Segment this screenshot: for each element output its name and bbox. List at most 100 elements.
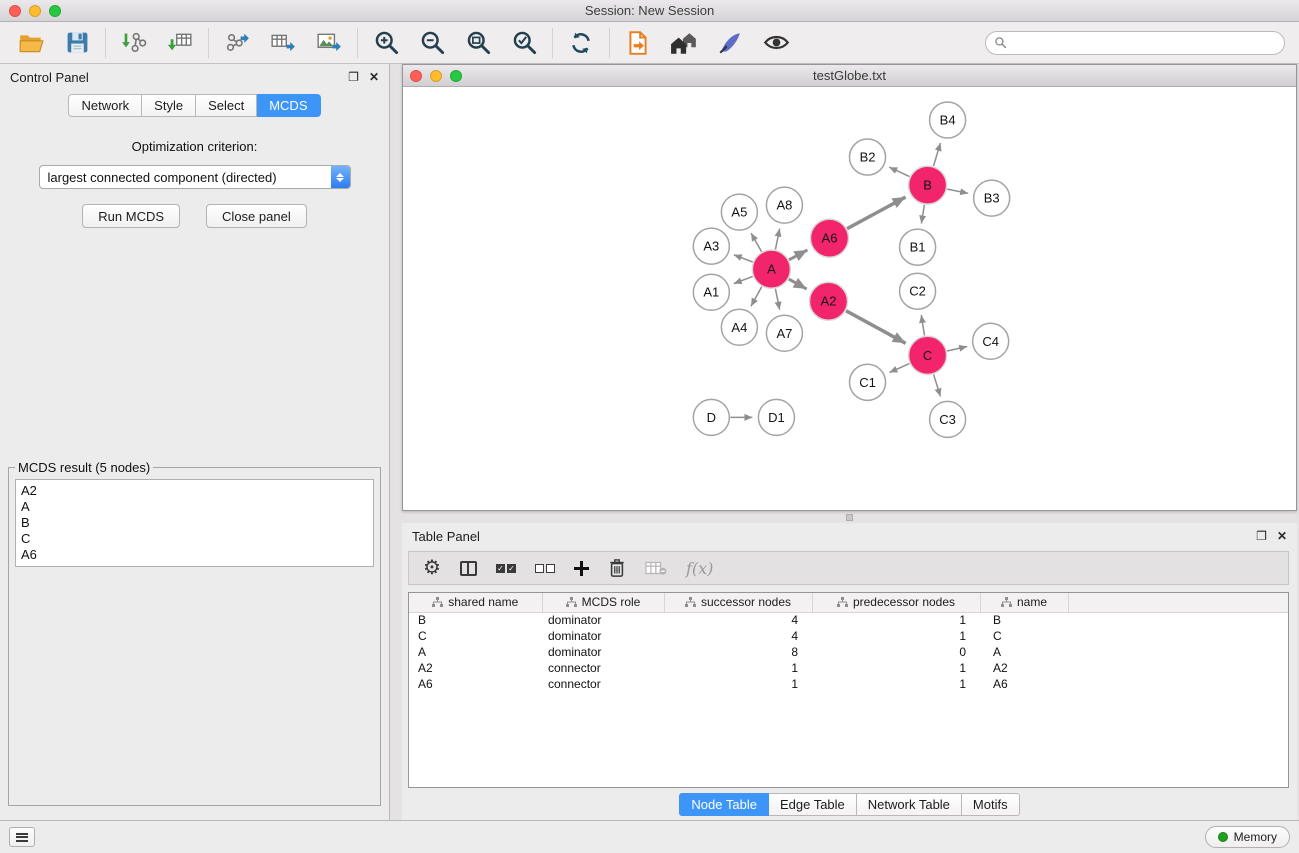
table-cell[interactable]: dominator (542, 644, 664, 660)
graph-edge-A2-C[interactable] (846, 311, 906, 343)
tab-select[interactable]: Select (196, 94, 257, 117)
graph-edge-B-B2[interactable] (889, 167, 909, 176)
search-input[interactable] (1012, 36, 1276, 50)
table-row[interactable]: Bdominator41B (409, 612, 1288, 628)
delete-column-button[interactable] (608, 556, 626, 580)
graph-edge-B-B1[interactable] (921, 205, 924, 224)
table-cell[interactable]: 1 (812, 660, 980, 676)
run-mcds-button[interactable]: Run MCDS (82, 204, 180, 228)
open-session-button[interactable] (16, 28, 46, 58)
table-row[interactable]: A2connector11A2 (409, 660, 1288, 676)
graph-edge-A-A1[interactable] (734, 276, 753, 283)
first-neighbors-button[interactable] (623, 28, 653, 58)
close-table-panel-icon[interactable]: ✕ (1277, 530, 1287, 542)
table-cell[interactable]: A6 (980, 676, 1068, 692)
table-cell[interactable]: 0 (812, 644, 980, 660)
table-row[interactable]: Adominator80A (409, 644, 1288, 660)
apply-layout-button[interactable] (566, 28, 596, 58)
network-close-button[interactable] (410, 70, 422, 82)
zoom-in-button[interactable] (371, 28, 401, 58)
table-cell[interactable]: 8 (664, 644, 812, 660)
tab-edge-table[interactable]: Edge Table (769, 793, 857, 816)
delete-table-button[interactable] (645, 556, 667, 580)
graph-edge-C-C3[interactable] (934, 374, 941, 396)
network-zoom-button[interactable] (450, 70, 462, 82)
zoom-window-button[interactable] (49, 5, 61, 17)
graph-edge-A-A5[interactable] (751, 233, 762, 252)
export-image-button[interactable] (314, 28, 344, 58)
column-header-shared-name[interactable]: shared name (409, 593, 542, 612)
table-cell[interactable]: B (980, 612, 1068, 628)
graph-edge-B-B4[interactable] (933, 143, 940, 166)
table-cell[interactable]: 1 (664, 676, 812, 692)
graph-edge-B-B3[interactable] (947, 189, 968, 193)
table-cell[interactable]: A6 (409, 676, 542, 692)
table-cell[interactable]: 1 (812, 612, 980, 628)
table-cell[interactable]: A (409, 644, 542, 660)
zoom-selected-button[interactable] (509, 28, 539, 58)
tab-motifs[interactable]: Motifs (962, 793, 1020, 816)
table-cell[interactable]: dominator (542, 628, 664, 644)
column-header-mcds-role[interactable]: MCDS role (542, 593, 664, 612)
table-cell[interactable]: A2 (409, 660, 542, 676)
mcds-result-item[interactable]: A2 (21, 483, 368, 499)
node-table[interactable]: shared nameMCDS rolesuccessor nodesprede… (408, 592, 1289, 788)
graph-edge-A-A8[interactable] (775, 229, 779, 250)
network-minimize-button[interactable] (430, 70, 442, 82)
save-session-button[interactable] (62, 28, 92, 58)
table-cell[interactable]: 1 (812, 676, 980, 692)
annotation-pen-button[interactable] (715, 28, 745, 58)
mcds-result-item[interactable]: A (21, 499, 368, 515)
zoom-out-button[interactable] (417, 28, 447, 58)
tab-network-table[interactable]: Network Table (857, 793, 962, 816)
table-cell[interactable]: C (980, 628, 1068, 644)
table-cell[interactable]: dominator (542, 612, 664, 628)
horizontal-splitter[interactable] (402, 511, 1297, 523)
table-settings-button[interactable]: ⚙ (423, 556, 441, 580)
network-window-titlebar[interactable]: testGlobe.txt (403, 65, 1296, 87)
minimize-window-button[interactable] (29, 5, 41, 17)
show-hide-panel-button[interactable] (761, 28, 791, 58)
memory-button[interactable]: Memory (1205, 826, 1290, 848)
column-header-name[interactable]: name (980, 593, 1068, 612)
task-history-button[interactable] (9, 827, 35, 847)
function-builder-button[interactable]: f(x) (686, 556, 713, 580)
table-cell[interactable]: 1 (812, 628, 980, 644)
graph-edge-A-A3[interactable] (734, 255, 753, 262)
mcds-result-item[interactable]: B (21, 515, 368, 531)
network-canvas[interactable]: B4B2BB3A8A5A6A3B1AC2A1A2A4A7C4CC1DD1C3 (403, 87, 1296, 510)
zoom-fit-button[interactable] (463, 28, 493, 58)
table-cell[interactable]: B (409, 612, 542, 628)
table-cell[interactable]: 4 (664, 628, 812, 644)
graph-edge-A-A6[interactable] (789, 250, 807, 260)
select-all-columns-button[interactable]: ✓✓ (496, 556, 516, 580)
create-column-button[interactable] (574, 556, 589, 580)
column-header-successor-nodes[interactable]: successor nodes (664, 593, 812, 612)
welcome-screen-button[interactable] (669, 28, 699, 58)
close-panel-button[interactable]: Close panel (206, 204, 307, 228)
table-cell[interactable]: 4 (664, 612, 812, 628)
optimization-criterion-select[interactable]: largest connected component (directed) (39, 165, 351, 189)
close-panel-icon[interactable]: ✕ (369, 71, 379, 83)
export-table-button[interactable] (268, 28, 298, 58)
float-panel-icon[interactable]: ❐ (348, 71, 359, 83)
import-network-from-file-button[interactable] (119, 28, 149, 58)
table-cell[interactable]: connector (542, 660, 664, 676)
show-columns-button[interactable] (460, 556, 477, 580)
network-graph[interactable]: B4B2BB3A8A5A6A3B1AC2A1A2A4A7C4CC1DD1C3 (403, 87, 1296, 510)
graph-edge-A-A7[interactable] (775, 289, 779, 310)
graph-edge-A-A4[interactable] (751, 287, 762, 307)
mcds-result-item[interactable]: C (21, 531, 368, 547)
deselect-all-columns-button[interactable] (535, 556, 555, 580)
tab-node-table[interactable]: Node Table (679, 793, 769, 816)
table-row[interactable]: Cdominator41C (409, 628, 1288, 644)
graph-edge-C-C4[interactable] (947, 346, 967, 351)
table-cell[interactable]: A2 (980, 660, 1068, 676)
graph-edge-A6-B[interactable] (847, 197, 905, 229)
tab-style[interactable]: Style (142, 94, 196, 117)
table-cell[interactable]: A (980, 644, 1068, 660)
mcds-result-item[interactable]: A6 (21, 547, 368, 563)
import-table-from-file-button[interactable] (165, 28, 195, 58)
export-network-button[interactable] (222, 28, 252, 58)
table-cell[interactable]: C (409, 628, 542, 644)
